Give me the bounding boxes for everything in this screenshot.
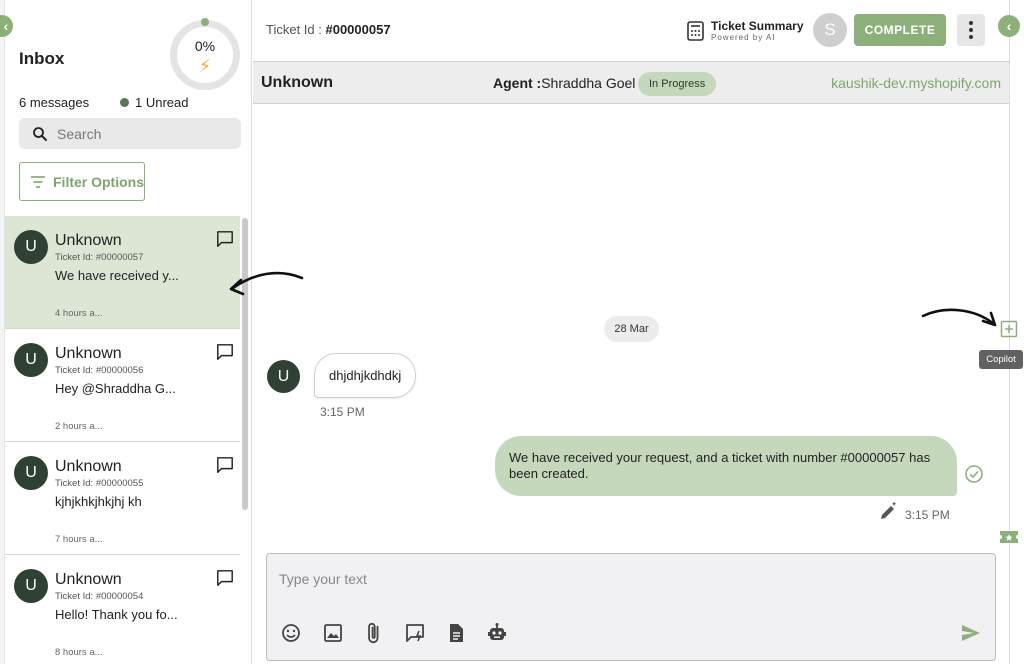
document-icon[interactable]	[445, 622, 467, 644]
unread-dot-icon	[120, 98, 129, 107]
complete-button[interactable]: COMPLETE	[854, 14, 946, 46]
avatar: U	[14, 456, 48, 490]
conversation-ticket-id: Ticket Id: #00000055	[55, 478, 144, 489]
avatar: U	[267, 360, 300, 393]
ticket-summary-button[interactable]: Ticket Summary Powered by AI	[687, 19, 804, 42]
bot-icon[interactable]	[486, 622, 508, 644]
collapse-left-button[interactable]: ‹	[0, 15, 13, 37]
check-circle-icon	[965, 465, 983, 483]
conversation-item[interactable]: U Unknown Ticket Id: #00000056 Hey @Shra…	[5, 329, 240, 442]
ticket-summary-texts: Ticket Summary Powered by AI	[711, 19, 804, 42]
agent-info: Agent :Shraddha Goel	[493, 75, 635, 91]
annotation-arrow-right	[921, 308, 997, 327]
conversation-name: Unknown	[55, 345, 122, 362]
conversation-name: Unknown	[55, 571, 122, 588]
app-root: ‹ Inbox 0% ⚡ 6 messages 1 Unread Filter …	[0, 0, 1024, 664]
more-options-button[interactable]	[957, 14, 985, 46]
user-avatar[interactable]: S	[813, 13, 847, 47]
filter-icon	[31, 175, 45, 188]
ticket-id: Ticket Id : #00000057	[266, 22, 391, 37]
conversation-preview: kjhjkhkjhkjhj kh	[55, 494, 142, 509]
quick-reply-icon[interactable]	[404, 622, 426, 644]
conversation-time: 7 hours a...	[55, 534, 103, 545]
conversation-ticket-id: Ticket Id: #00000057	[55, 252, 144, 263]
unread-count-label: 1 Unread	[135, 95, 189, 110]
inbox-panel: ‹ Inbox 0% ⚡ 6 messages 1 Unread Filter …	[0, 0, 252, 664]
search-icon	[33, 127, 47, 141]
status-badge: In Progress	[638, 72, 717, 96]
chevron-left-icon: ‹	[3, 18, 9, 34]
chat-panel: Ticket Id : #00000057 Ticket Summary Pow…	[229, 0, 1009, 664]
ticket-summary-subtitle: Powered by AI	[711, 33, 776, 42]
incoming-message-time: 3:15 PM	[320, 405, 365, 419]
unread-count: 1 Unread	[120, 95, 188, 110]
conversation-time: 8 hours a...	[55, 647, 103, 658]
progress-ring-indicator	[201, 18, 209, 26]
outgoing-message-time: 3:15 PM	[905, 508, 950, 522]
more-vertical-icon	[969, 21, 973, 25]
copilot-tooltip: Copilot	[979, 350, 1023, 369]
calculator-icon	[687, 20, 704, 41]
chat-bubble-icon	[217, 344, 233, 360]
customer-name: Unknown	[261, 74, 333, 91]
message-composer	[266, 553, 996, 661]
inbox-title: Inbox	[19, 49, 65, 68]
progress-ring	[170, 20, 240, 90]
outgoing-message: We have received your request, and a tic…	[495, 436, 957, 496]
agent-label: Agent :	[493, 75, 542, 91]
chat-bubble-icon	[217, 457, 233, 473]
search-input[interactable]	[57, 123, 232, 144]
collapse-right-button[interactable]: ‹	[998, 15, 1020, 37]
ticket-id-label: Ticket Id :	[266, 22, 326, 37]
chevron-left-icon: ‹	[1006, 18, 1012, 34]
ticket-icon[interactable]	[999, 528, 1019, 546]
conversation-preview: Hello! Thank you fo...	[55, 607, 178, 622]
chat-bubble-icon	[217, 231, 233, 247]
ticket-summary-title: Ticket Summary	[711, 19, 804, 33]
conversation-item[interactable]: U Unknown Ticket Id: #00000057 We have r…	[5, 216, 240, 329]
progress-percent: 0%	[194, 38, 216, 54]
conversation-name: Unknown	[55, 232, 122, 249]
conversation-ticket-id: Ticket Id: #00000054	[55, 591, 144, 602]
avatar: U	[14, 569, 48, 603]
annotation-arrow-left	[229, 271, 304, 296]
ticket-info-bar: Unknown Agent :Shraddha Goel In Progress…	[253, 61, 1009, 104]
chat-header: Ticket Id : #00000057 Ticket Summary Pow…	[253, 0, 1009, 61]
incoming-message: dhjdhjkdhdkj	[314, 353, 417, 398]
search-box	[19, 118, 241, 149]
avatar: U	[14, 230, 48, 264]
message-input[interactable]	[279, 568, 959, 590]
image-icon[interactable]	[322, 622, 344, 644]
send-icon[interactable]	[960, 622, 982, 644]
conversation-list: U Unknown Ticket Id: #00000057 We have r…	[5, 216, 240, 664]
copilot-add-icon[interactable]	[1000, 320, 1018, 338]
attachment-icon[interactable]	[363, 622, 385, 644]
emoji-icon[interactable]	[280, 622, 302, 644]
avatar: U	[14, 343, 48, 377]
store-link[interactable]: kaushik-dev.myshopify.com	[831, 75, 1001, 91]
conversation-preview: We have received y...	[55, 268, 179, 283]
filter-options-label: Filter Options	[53, 173, 144, 190]
date-divider: 28 Mar	[604, 316, 659, 342]
conversation-time: 2 hours a...	[55, 421, 103, 432]
agent-name: Shraddha Goel	[541, 75, 636, 91]
scrollbar-thumb[interactable]	[242, 218, 248, 510]
conversation-time: 4 hours a...	[55, 308, 103, 319]
conversation-name: Unknown	[55, 458, 122, 475]
lightning-icon: ⚡	[198, 56, 212, 76]
chat-bubble-icon	[217, 570, 233, 586]
message-count: 6 messages	[19, 95, 90, 110]
conversation-item[interactable]: U Unknown Ticket Id: #00000054 Hello! Th…	[5, 555, 240, 664]
conversation-preview: Hey @Shraddha G...	[55, 381, 176, 396]
pencil-sparkle-icon	[881, 502, 897, 519]
conversation-ticket-id: Ticket Id: #00000056	[55, 365, 144, 376]
filter-options-button[interactable]: Filter Options	[19, 162, 145, 201]
ticket-id-value: #00000057	[325, 22, 391, 37]
conversation-item[interactable]: U Unknown Ticket Id: #00000055 kjhjkhkjh…	[5, 442, 240, 555]
